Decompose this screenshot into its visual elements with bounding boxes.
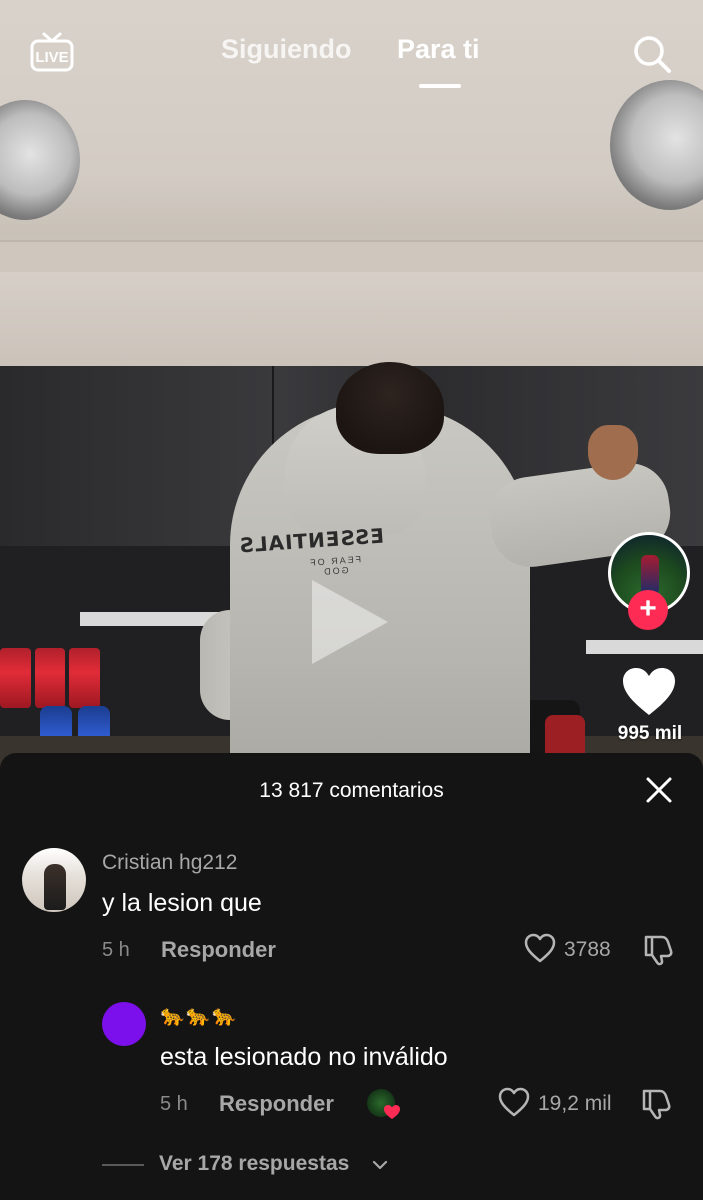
dislike-icon[interactable] <box>642 933 676 967</box>
view-replies-link[interactable]: Ver 178 respuestas <box>159 1152 349 1176</box>
comments-count-title: 13 817 comentarios <box>259 779 444 802</box>
commenter-avatar[interactable] <box>102 1002 146 1046</box>
commenter-avatar[interactable] <box>22 848 86 912</box>
ceiling-lamp <box>610 80 703 210</box>
search-icon[interactable] <box>632 34 672 74</box>
comment-text: esta lesionado no inválido <box>160 1043 448 1071</box>
shelf <box>80 612 220 626</box>
replies-divider <box>102 1164 144 1166</box>
comment-like-count: 19,2 mil <box>538 1092 612 1115</box>
comments-sheet: 13 817 comentarios Cristian hg212 y la l… <box>0 753 703 1200</box>
ceiling-band <box>0 240 703 272</box>
tab-for-you[interactable]: Para ti <box>397 34 480 65</box>
shelf <box>586 640 703 654</box>
wall <box>0 272 703 368</box>
play-icon[interactable] <box>312 580 388 664</box>
follow-button[interactable]: + <box>628 590 668 630</box>
dislike-icon[interactable] <box>640 1087 674 1121</box>
creator-liked-badge <box>367 1089 400 1121</box>
reply-button[interactable]: Responder <box>161 937 276 963</box>
like-count: 995 mil <box>617 723 683 744</box>
comment-like-count: 3788 <box>564 938 611 961</box>
comment-username[interactable]: 🐆🐆🐆 <box>160 1003 238 1028</box>
comment-text: y la lesion que <box>102 889 262 917</box>
chevron-down-icon[interactable] <box>372 1157 388 1173</box>
comment-time: 5 h <box>102 939 130 961</box>
ceiling-lamp <box>0 100 80 220</box>
heart-icon <box>384 1105 400 1119</box>
heart-icon[interactable] <box>498 1087 530 1119</box>
heart-icon[interactable] <box>621 667 677 717</box>
active-tab-indicator <box>419 84 461 88</box>
video-player[interactable]: ESSENTIALS FEAR OF GOD <box>0 0 703 780</box>
drink-cans <box>0 648 101 708</box>
person-head <box>336 362 444 454</box>
reply-button[interactable]: Responder <box>219 1091 334 1117</box>
comment-time: 5 h <box>160 1093 188 1115</box>
close-icon[interactable] <box>644 775 674 805</box>
comment-username[interactable]: Cristian hg212 <box>102 851 237 875</box>
person-hand <box>588 425 638 480</box>
feed-tabs: Siguiendo Para ti <box>0 34 703 74</box>
tab-following[interactable]: Siguiendo <box>221 34 352 65</box>
heart-icon[interactable] <box>524 933 556 965</box>
